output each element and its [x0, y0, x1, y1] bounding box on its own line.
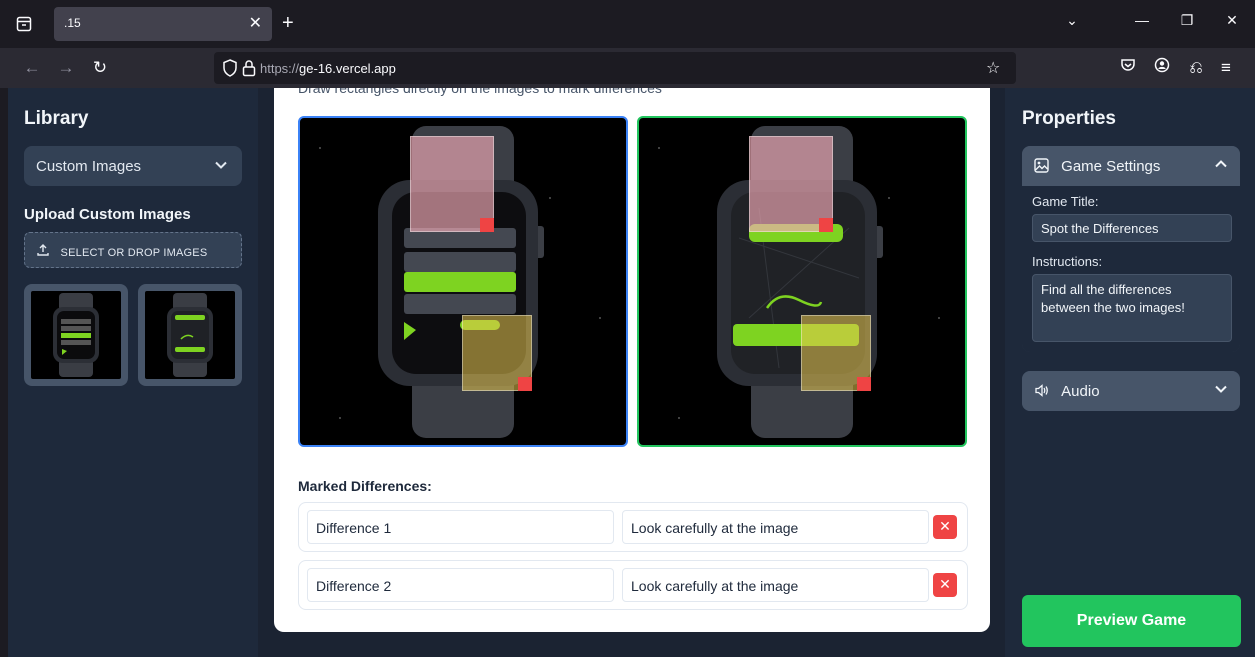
tab-list-icon[interactable]: [10, 12, 38, 36]
lock-icon[interactable]: [242, 59, 256, 82]
delete-difference-button[interactable]: ✕: [933, 515, 957, 539]
app-root: Library Custom Images Upload Custom Imag…: [8, 88, 1255, 657]
audio-panel: Audio: [1022, 371, 1240, 411]
instructions-label: Instructions:: [1032, 254, 1103, 269]
minimize-window-icon[interactable]: —: [1130, 12, 1154, 28]
extensions-icon[interactable]: ⎌: [1184, 56, 1208, 80]
image-source-select[interactable]: Custom Images: [24, 146, 242, 186]
audio-label: Audio: [1061, 383, 1100, 400]
reload-icon[interactable]: ↻: [88, 56, 112, 80]
modified-image-canvas[interactable]: [637, 116, 967, 447]
browser-tab-bar: .15 ✕ + ⌄ — ❐ ✕: [0, 0, 1255, 48]
difference-hint-input[interactable]: Look carefully at the image: [622, 568, 929, 602]
marked-differences-title: Marked Differences:: [298, 478, 432, 494]
chevron-down-icon: [1214, 382, 1228, 399]
image-thumbnail-1[interactable]: [24, 284, 128, 386]
audio-header[interactable]: Audio: [1022, 371, 1240, 411]
difference-marker-2-mirror-resize-handle[interactable]: [857, 377, 871, 391]
game-settings-label: Game Settings: [1061, 158, 1161, 175]
forward-icon[interactable]: →: [54, 56, 78, 80]
pocket-icon[interactable]: [1116, 56, 1140, 80]
select-images-button[interactable]: SELECT OR DROP IMAGES: [24, 232, 242, 268]
close-icon: ✕: [939, 576, 951, 592]
app-menu-icon[interactable]: ≡: [1214, 56, 1238, 80]
url-text: https://ge-16.vercel.app: [260, 61, 396, 76]
shield-icon[interactable]: [222, 59, 238, 82]
difference-marker-1-mirror-resize-handle[interactable]: [819, 218, 833, 232]
select-images-label: SELECT OR DROP IMAGES: [60, 247, 208, 259]
tab-overflow-chevron-icon[interactable]: ⌄: [1060, 12, 1084, 29]
editor-card: Draw rectangles directly on the images t…: [274, 88, 990, 632]
game-title-label: Game Title:: [1032, 194, 1099, 209]
back-icon[interactable]: ←: [20, 56, 44, 80]
image-thumbnail-2[interactable]: [138, 284, 242, 386]
game-settings-panel: Game Settings Game Title: Spot the Diffe…: [1022, 146, 1240, 352]
instructions-textarea[interactable]: Find all the differences between the two…: [1032, 274, 1232, 342]
browser-nav-bar: ← → ↻ https://ge-16.vercel.app ☆ ⎌ ≡: [0, 48, 1255, 88]
library-title: Library: [24, 108, 89, 129]
bookmark-star-icon[interactable]: ☆: [986, 58, 1000, 78]
properties-title: Properties: [1022, 108, 1116, 129]
difference-row: Difference 2 Look carefully at the image…: [298, 560, 968, 610]
address-bar[interactable]: https://ge-16.vercel.app ☆: [214, 52, 1016, 84]
editor-instructions: Draw rectangles directly on the images t…: [298, 88, 662, 96]
difference-name-input[interactable]: Difference 1: [307, 510, 614, 544]
upload-section-title: Upload Custom Images: [24, 206, 191, 223]
map-watch-thumbnail-image: [167, 293, 213, 377]
chevron-up-icon: [1214, 157, 1228, 174]
game-title-input[interactable]: Spot the Differences: [1032, 214, 1232, 242]
browser-tab[interactable]: .15 ✕: [54, 7, 272, 41]
difference-row: Difference 1 Look carefully at the image…: [298, 502, 968, 552]
account-icon[interactable]: [1150, 56, 1174, 80]
preview-game-button[interactable]: Preview Game: [1022, 595, 1241, 647]
image-source-value: Custom Images: [36, 158, 142, 175]
close-window-icon[interactable]: ✕: [1220, 12, 1244, 29]
difference-marker-2-resize-handle[interactable]: [518, 377, 532, 391]
restore-window-icon[interactable]: ❐: [1175, 12, 1199, 29]
image-settings-icon: [1034, 158, 1053, 177]
properties-sidebar: Properties Game Settings Game Title: Spo…: [1005, 88, 1255, 657]
upload-icon: [37, 244, 53, 259]
original-image-canvas[interactable]: [298, 116, 628, 447]
difference-marker-1-resize-handle[interactable]: [480, 218, 494, 232]
difference-name-input[interactable]: Difference 2: [307, 568, 614, 602]
close-icon: ✕: [939, 518, 951, 534]
speaker-icon: [1034, 384, 1053, 402]
chevron-down-icon: [214, 158, 228, 176]
delete-difference-button[interactable]: ✕: [933, 573, 957, 597]
watch-thumbnail-image: [53, 293, 99, 377]
new-tab-icon[interactable]: +: [282, 11, 294, 35]
library-sidebar: Library Custom Images Upload Custom Imag…: [8, 88, 258, 657]
tab-title: .15: [64, 16, 81, 30]
close-tab-icon[interactable]: ✕: [249, 13, 262, 33]
difference-hint-input[interactable]: Look carefully at the image: [622, 510, 929, 544]
game-settings-header[interactable]: Game Settings: [1022, 146, 1240, 186]
